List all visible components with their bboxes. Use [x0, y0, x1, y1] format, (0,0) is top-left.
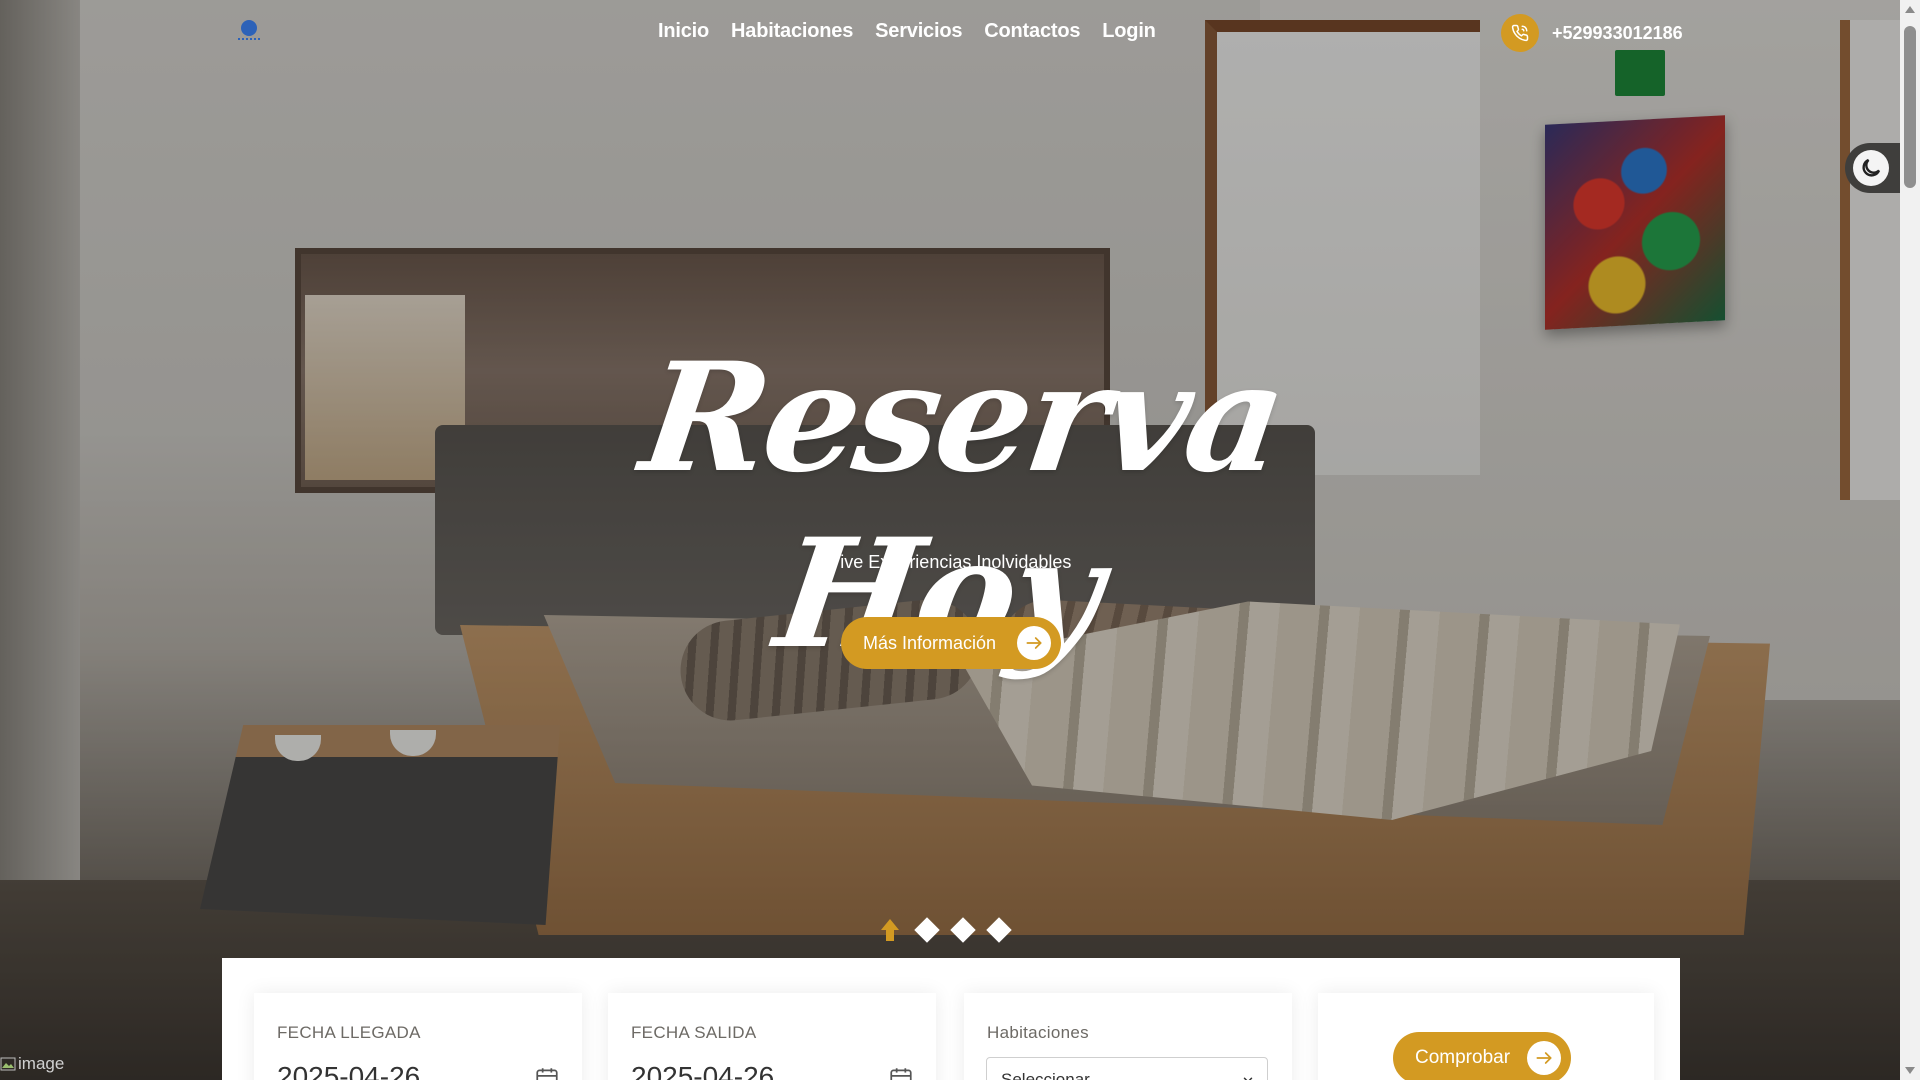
- page-scrollbar[interactable]: [1900, 0, 1920, 1080]
- arrow-right-icon: [1017, 626, 1051, 660]
- calendar-icon[interactable]: [534, 1065, 560, 1080]
- nav-contactos[interactable]: Contactos: [984, 20, 1080, 43]
- nav-inicio[interactable]: Inicio: [658, 20, 709, 43]
- nav-servicios[interactable]: Servicios: [875, 20, 962, 43]
- scroll-down-arrow[interactable]: [1905, 1067, 1915, 1074]
- departure-date-label: FECHA SALIDA: [631, 1023, 757, 1042]
- rooms-label: Habitaciones: [987, 1023, 1089, 1042]
- main-nav: Inicio Habitaciones Servicios Contactos …: [658, 20, 1156, 43]
- arrival-date-label: FECHA LLEGADA: [277, 1023, 421, 1042]
- moon-icon: [1853, 150, 1889, 186]
- phone-number: +529933012186: [1552, 22, 1683, 43]
- departure-date-card[interactable]: FECHA SALIDA 2025-04-26: [608, 993, 936, 1080]
- slider-dots: [880, 917, 1012, 943]
- slide-dot[interactable]: [950, 917, 976, 943]
- rooms-select[interactable]: Seleccionar: [986, 1057, 1268, 1080]
- arrival-date-value[interactable]: 2025-04-26: [277, 1061, 420, 1080]
- more-info-label: Más Información: [863, 632, 997, 653]
- broken-image-icon: [0, 1057, 16, 1071]
- broken-image: image: [0, 1054, 64, 1074]
- theme-toggle[interactable]: [1845, 143, 1900, 193]
- check-label: Comprobar: [1415, 1047, 1511, 1068]
- rooms-card: Habitaciones Seleccionar: [964, 993, 1292, 1080]
- chevron-down-icon: [1241, 1072, 1255, 1080]
- rooms-selected-value: Seleccionar: [1001, 1070, 1090, 1080]
- scroll-up-arrow[interactable]: [1905, 6, 1915, 13]
- check-availability-button[interactable]: Comprobar: [1393, 1032, 1571, 1080]
- site-logo[interactable]: [238, 20, 260, 46]
- more-info-button[interactable]: Más Información: [841, 617, 1061, 669]
- nav-habitaciones[interactable]: Habitaciones: [731, 20, 853, 43]
- phone-icon: [1501, 14, 1539, 52]
- slide-dot-active[interactable]: [880, 918, 900, 942]
- scroll-thumb[interactable]: [1904, 26, 1916, 188]
- slide-dot[interactable]: [914, 917, 940, 943]
- departure-date-value[interactable]: 2025-04-26: [631, 1061, 774, 1080]
- arrival-date-card[interactable]: FECHA LLEGADA 2025-04-26: [254, 993, 582, 1080]
- nav-login[interactable]: Login: [1102, 20, 1156, 43]
- hero-subtitle: Vive Experiencias Inolvidables: [828, 552, 1072, 572]
- slide-dot[interactable]: [986, 917, 1012, 943]
- broken-image-alt: image: [18, 1054, 65, 1073]
- arrow-right-icon: [1527, 1041, 1561, 1075]
- header-phone[interactable]: +529933012186: [1501, 14, 1683, 52]
- calendar-icon[interactable]: [888, 1065, 914, 1080]
